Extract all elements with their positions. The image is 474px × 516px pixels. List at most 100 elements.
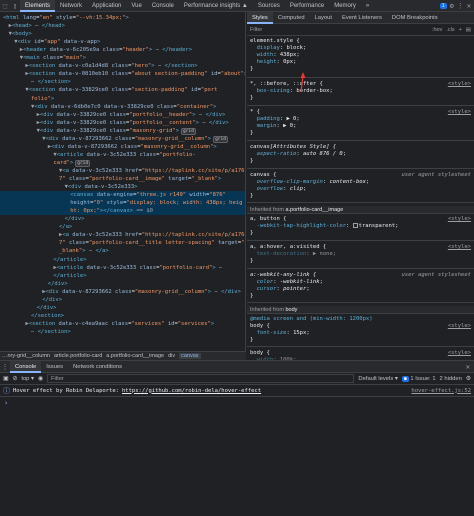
tab-layout[interactable]: Layout xyxy=(310,12,337,24)
style-declaration[interactable]: a, a:hover, a:visited {<style> xyxy=(247,244,474,251)
issues-badge[interactable]: 1 xyxy=(439,2,447,9)
inspect-element-icon[interactable]: ⬚ xyxy=(0,0,10,12)
style-declaration[interactable]: } xyxy=(247,293,474,300)
rule-source-link[interactable]: <style> xyxy=(448,109,471,116)
drawer-tab-console[interactable]: Console xyxy=(10,360,42,373)
dom-node-line[interactable]: </article> xyxy=(0,272,245,280)
console-settings-icon[interactable]: ⚙ xyxy=(466,376,471,382)
toggle-sidebar-icon[interactable]: ▤ xyxy=(466,27,471,33)
rule-source-link[interactable]: <style> xyxy=(448,216,471,223)
style-declaration[interactable]: *, ::before, ::after {<style> xyxy=(247,81,474,88)
style-rule[interactable]: *, ::before, ::after {<style> box-sizing… xyxy=(247,81,474,106)
tab-vue[interactable]: Vue xyxy=(126,0,146,12)
sidebar-toggle-icon[interactable]: ▣ xyxy=(3,376,8,382)
dom-node-line[interactable]: ▶<div data-v-33829ce0 class="portfolio__… xyxy=(0,119,245,127)
dom-node-line[interactable]: ht: 0px;"></canvas> == $0 xyxy=(0,207,245,216)
tab-elements[interactable]: Elements xyxy=(20,0,56,12)
dom-node-line[interactable]: ▶<header data-v-6c205e9a class="header">… xyxy=(0,46,245,54)
style-declaration[interactable]: @media screen and (min-width: 1200px) xyxy=(247,316,474,323)
dom-node-line[interactable]: ▶<a data-v-3c52e333 href="https://taplin… xyxy=(0,231,245,239)
dom-node-line[interactable]: ▼<section data-v-33829ce0 class="section… xyxy=(0,86,245,94)
message-link[interactable]: https://github.com/robin-dela/hover-effe… xyxy=(122,388,261,394)
style-declaration[interactable]: -webkit-tap-highlight-color: transparent… xyxy=(247,223,474,230)
device-toolbar-icon[interactable]: ▯ xyxy=(10,0,20,12)
style-declaration[interactable]: cursor: pointer; xyxy=(247,286,474,293)
style-declaration[interactable]: a:-webkit-any-link {user agent styleshee… xyxy=(247,272,474,279)
dom-node-line[interactable]: ▼<main class="main"> xyxy=(0,54,245,62)
rule-source-link[interactable]: <style> xyxy=(448,81,471,88)
style-declaration[interactable]: } xyxy=(247,337,474,344)
dom-node-line[interactable]: ▶<section data-v-0810eb10 class="about s… xyxy=(0,70,245,78)
dom-node-line[interactable]: <html lang="en" style="--vh:15.34px;"> xyxy=(0,14,245,22)
message-source-link[interactable]: hover-effect.js:52 xyxy=(411,388,471,394)
styles-filter-input[interactable]: Filter xyxy=(250,27,428,33)
eye-icon[interactable]: ◉ xyxy=(38,376,43,382)
dom-node-line[interactable]: </article> xyxy=(0,256,245,264)
style-declaration[interactable]: width: 438px; xyxy=(247,52,474,59)
dom-node-line[interactable]: </div> xyxy=(0,304,245,312)
style-rule[interactable]: canvas {user agent stylesheet overflow-c… xyxy=(247,172,474,203)
dom-node-line[interactable]: ▼<div data-v-6db0e7c0 data-v-33829ce0 cl… xyxy=(0,103,245,111)
tab-computed[interactable]: Computed xyxy=(273,12,310,24)
dom-node-line[interactable]: ▼<article data-v-3c52e333 class="portfol… xyxy=(0,151,245,159)
dom-node-line[interactable]: </a> xyxy=(0,223,245,231)
drawer-tab-network-conditions[interactable]: Network conditions xyxy=(68,361,127,373)
rule-source-link[interactable]: <style> xyxy=(448,350,471,357)
close-devtools-icon[interactable]: ✕ xyxy=(467,2,471,10)
new-rule-button[interactable]: + xyxy=(459,27,462,33)
dom-node-line[interactable]: ▼<a data-v-3c52e333 href="https://taplin… xyxy=(0,167,245,175)
style-declaration[interactable]: aspect-ratio: auto 876 / 0; xyxy=(247,151,474,158)
style-rule[interactable]: a, button {<style> -webkit-tap-highlight… xyxy=(247,216,474,241)
style-declaration[interactable]: box-sizing: border-box; xyxy=(247,88,474,95)
tab-performance[interactable]: Performance xyxy=(285,0,329,12)
dom-node-line[interactable]: ⋯ </section> xyxy=(0,328,245,336)
style-rule[interactable]: * {<style> padding: ▶ 0; margin: ▶ 0;} xyxy=(247,109,474,141)
levels-select[interactable]: Default levels ▾ xyxy=(358,376,397,382)
style-declaration[interactable]: } xyxy=(247,193,474,200)
dom-node-line[interactable]: card"> grid xyxy=(0,159,245,167)
tab-dom-breakpoints[interactable]: DOM Breakpoints xyxy=(387,12,443,24)
dom-node-line[interactable]: ▼<div data-v-33829ce0 class="masonry-gri… xyxy=(0,127,245,135)
style-declaration[interactable]: overflow-clip-margin: content-box; xyxy=(247,179,474,186)
style-declaration[interactable]: canvas {user agent stylesheet xyxy=(247,172,474,179)
tab-memory[interactable]: Memory xyxy=(329,0,361,12)
dom-node-line[interactable]: ▼<body> xyxy=(0,30,245,38)
tab-sources[interactable]: Sources xyxy=(253,0,285,12)
dom-node-line[interactable]: </section> xyxy=(0,312,245,320)
drawer-menu-icon[interactable]: ⋮ xyxy=(0,361,10,373)
dom-node-line[interactable]: height="0" style="display: block; width:… xyxy=(0,199,245,208)
style-declaration[interactable]: overflow: clip; xyxy=(247,186,474,193)
dom-node-line[interactable]: </div> xyxy=(0,280,245,288)
dom-node-line[interactable]: _blank"> ⋯ </a> xyxy=(0,247,245,255)
tab-performance-insights-[interactable]: Performance insights ▲ xyxy=(179,0,253,12)
class-toggle[interactable]: .cls xyxy=(446,27,454,33)
style-declaration[interactable]: } xyxy=(247,66,474,73)
drawer-tab-issues[interactable]: Issues xyxy=(41,361,68,373)
style-declaration[interactable]: } xyxy=(247,158,474,165)
tab--[interactable]: » xyxy=(361,0,374,12)
console-filter-input[interactable]: Filter xyxy=(47,374,355,383)
dom-node-line[interactable]: 7" class="portfolio-card__title letter-s… xyxy=(0,239,245,247)
issues-counter[interactable]: ■ 1 Issue: 1 xyxy=(401,375,436,382)
dom-node-line[interactable]: ▶<article data-v-3c52e333 class="portfol… xyxy=(0,264,245,272)
tab-console[interactable]: Console xyxy=(147,0,179,12)
settings-gear-icon[interactable]: ⚙ xyxy=(450,2,454,10)
style-rule[interactable]: body {<style> width: 100%; min-height: 1… xyxy=(247,350,474,360)
style-declaration[interactable]: * {<style> xyxy=(247,109,474,116)
style-declaration[interactable]: canvas[Attributes Style] { xyxy=(247,144,474,151)
style-declaration[interactable]: } xyxy=(247,95,474,102)
rule-source-link[interactable]: <style> xyxy=(448,244,471,251)
style-declaration[interactable]: body {<style> xyxy=(247,323,474,330)
tab-application[interactable]: Application xyxy=(87,0,126,12)
dom-node-line[interactable]: ▼<div data-v-87293662 class="masonry-gri… xyxy=(0,135,245,143)
tab-network[interactable]: Network xyxy=(55,0,87,12)
dom-node-line[interactable]: <canvas data-engine="three.js r149" widt… xyxy=(0,191,245,200)
dom-node-line[interactable]: ▶<section data-v-c0a1d4d8 class="hero"> … xyxy=(0,62,245,70)
dom-node-line[interactable]: ▶<div data-v-87293662 class="masonry-gri… xyxy=(0,143,245,151)
style-declaration[interactable]: font-size: 15px; xyxy=(247,330,474,337)
rule-source-link[interactable]: <style> xyxy=(448,323,471,330)
style-declaration[interactable]: height: 0px; xyxy=(247,59,474,66)
dom-node-line[interactable]: folio"> xyxy=(0,95,245,103)
style-declaration[interactable]: element.style { xyxy=(247,38,474,45)
style-declaration[interactable]: color: -webkit-link; xyxy=(247,279,474,286)
